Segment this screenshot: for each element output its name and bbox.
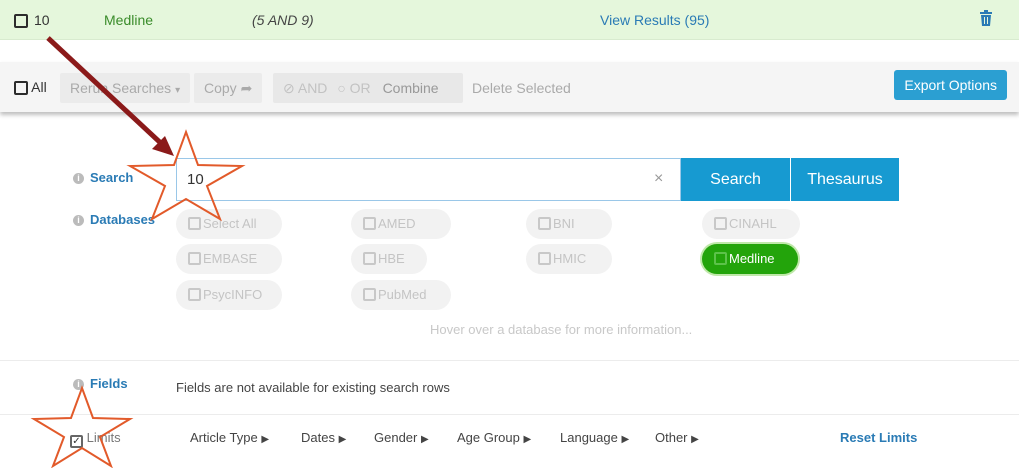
db-label: Select All	[203, 216, 257, 231]
db-label: PsycINFO	[203, 287, 263, 302]
limit-label: Article Type	[190, 430, 258, 445]
db-amed[interactable]: AMED	[351, 209, 451, 239]
limit-language[interactable]: Language ▶	[560, 430, 629, 445]
divider	[0, 414, 1019, 415]
history-row-checkbox[interactable]	[14, 12, 28, 30]
caret-right-icon: ▶	[421, 434, 429, 445]
limit-label: Language	[560, 430, 618, 445]
select-all-history[interactable]: All	[14, 79, 47, 96]
db-label: Medline	[729, 251, 775, 266]
limit-age-group[interactable]: Age Group ▶	[457, 430, 531, 445]
search-history-row: 10 Medline (5 AND 9) View Results (95)	[0, 0, 1019, 40]
caret-right-icon: ▶	[691, 434, 699, 445]
checkbox-icon	[714, 217, 727, 230]
db-select-all[interactable]: Select All	[176, 209, 282, 239]
database-hint: Hover over a database for more informati…	[430, 322, 693, 337]
checkbox-icon	[363, 288, 376, 301]
combine-group: ⊘ AND ○ OR Combine	[273, 73, 463, 103]
search-button[interactable]: Search	[681, 158, 790, 201]
view-results-link[interactable]: View Results (95)	[600, 12, 709, 28]
or-radio[interactable]: ○ OR	[337, 80, 374, 96]
db-psycinfo[interactable]: PsycINFO	[176, 280, 282, 310]
db-medline[interactable]: Medline	[702, 244, 798, 274]
caret-right-icon: ▶	[523, 434, 532, 445]
db-label: EMBASE	[203, 251, 258, 266]
db-pubmed[interactable]: PubMed	[351, 280, 451, 310]
limit-label: Other	[655, 430, 688, 445]
limit-other[interactable]: Other ▶	[655, 430, 699, 445]
db-bni[interactable]: BNI	[526, 209, 612, 239]
radio-circle-icon: ○	[337, 80, 346, 96]
or-label: OR	[349, 80, 371, 96]
db-label: AMED	[378, 216, 416, 231]
and-radio[interactable]: ⊘ AND	[283, 80, 331, 96]
trash-icon	[980, 10, 992, 26]
search-label: i Search	[73, 170, 133, 185]
share-arrow-icon: ➦	[240, 80, 253, 96]
checkbox-icon	[188, 217, 201, 230]
limit-label: Age Group	[457, 430, 520, 445]
history-row-database: Medline	[104, 12, 154, 28]
limit-dates[interactable]: Dates ▶	[301, 430, 346, 445]
checked-checkbox-icon: ✓	[70, 435, 83, 448]
caret-right-icon: ▶	[261, 434, 270, 445]
fields-label: i Fields	[73, 376, 128, 391]
clear-search-icon[interactable]: ×	[654, 170, 663, 188]
caret-right-icon: ▶	[338, 434, 347, 445]
thesaurus-button[interactable]: Thesaurus	[791, 158, 899, 201]
db-label: HMIC	[553, 251, 587, 266]
db-label: HBE	[378, 251, 405, 266]
and-label: AND	[297, 80, 328, 96]
search-label-text: Search	[90, 170, 134, 185]
checkbox-icon	[538, 217, 551, 230]
db-embase[interactable]: EMBASE	[176, 244, 282, 274]
checkbox-icon	[538, 252, 551, 265]
db-hmic[interactable]: HMIC	[526, 244, 612, 274]
checkbox-icon	[188, 288, 201, 301]
checkbox-icon	[14, 13, 28, 28]
db-cinahl[interactable]: CINAHL	[702, 209, 800, 239]
caret-down-icon: ▾	[175, 85, 181, 96]
limits-label: Limits	[86, 430, 121, 445]
limit-label: Gender	[374, 430, 418, 445]
info-icon: i	[73, 215, 84, 226]
info-icon: i	[73, 379, 84, 390]
divider	[0, 360, 1019, 361]
rerun-label: Rerun Searches	[70, 80, 172, 96]
checkbox-icon	[188, 252, 201, 265]
history-row-query: (5 AND 9)	[252, 12, 314, 28]
annotation-star-limits	[30, 385, 134, 468]
checkbox-icon	[363, 252, 376, 265]
rerun-searches-button[interactable]: Rerun Searches ▾	[60, 73, 191, 103]
history-row-number: 10	[34, 12, 50, 28]
reset-limits-link[interactable]: Reset Limits	[840, 430, 917, 445]
delete-row-button[interactable]	[979, 10, 993, 31]
info-icon: i	[73, 173, 84, 184]
limits-toggle[interactable]: ✓ Limits	[70, 430, 121, 448]
db-hbe[interactable]: HBE	[351, 244, 427, 274]
checkbox-icon	[363, 217, 376, 230]
db-label: PubMed	[378, 287, 427, 302]
search-input[interactable]: 10	[176, 158, 681, 201]
copy-button[interactable]: Copy ➦	[194, 73, 263, 103]
select-all-label: All	[31, 79, 47, 95]
db-label: CINAHL	[729, 216, 777, 231]
limit-label: Dates	[301, 430, 335, 445]
combine-button[interactable]: Combine	[383, 80, 439, 96]
delete-selected-button[interactable]: Delete Selected	[472, 80, 571, 96]
copy-label: Copy	[204, 80, 237, 96]
caret-right-icon: ▶	[621, 434, 630, 445]
export-options-button[interactable]: Export Options	[894, 70, 1007, 100]
fields-message: Fields are not available for existing se…	[176, 380, 450, 395]
checkbox-icon	[714, 252, 727, 265]
check-circle-icon: ⊘	[283, 80, 295, 96]
db-label: BNI	[553, 216, 575, 231]
fields-label-text: Fields	[90, 376, 128, 391]
limit-article-type[interactable]: Article Type ▶	[190, 430, 269, 445]
limit-gender[interactable]: Gender ▶	[374, 430, 429, 445]
checkbox-icon	[14, 81, 28, 96]
databases-label-text: Databases	[90, 212, 156, 227]
databases-label: i Databases	[73, 212, 155, 227]
history-toolbar: All Rerun Searches ▾ Copy ➦ ⊘ AND ○ OR C…	[0, 62, 1019, 112]
